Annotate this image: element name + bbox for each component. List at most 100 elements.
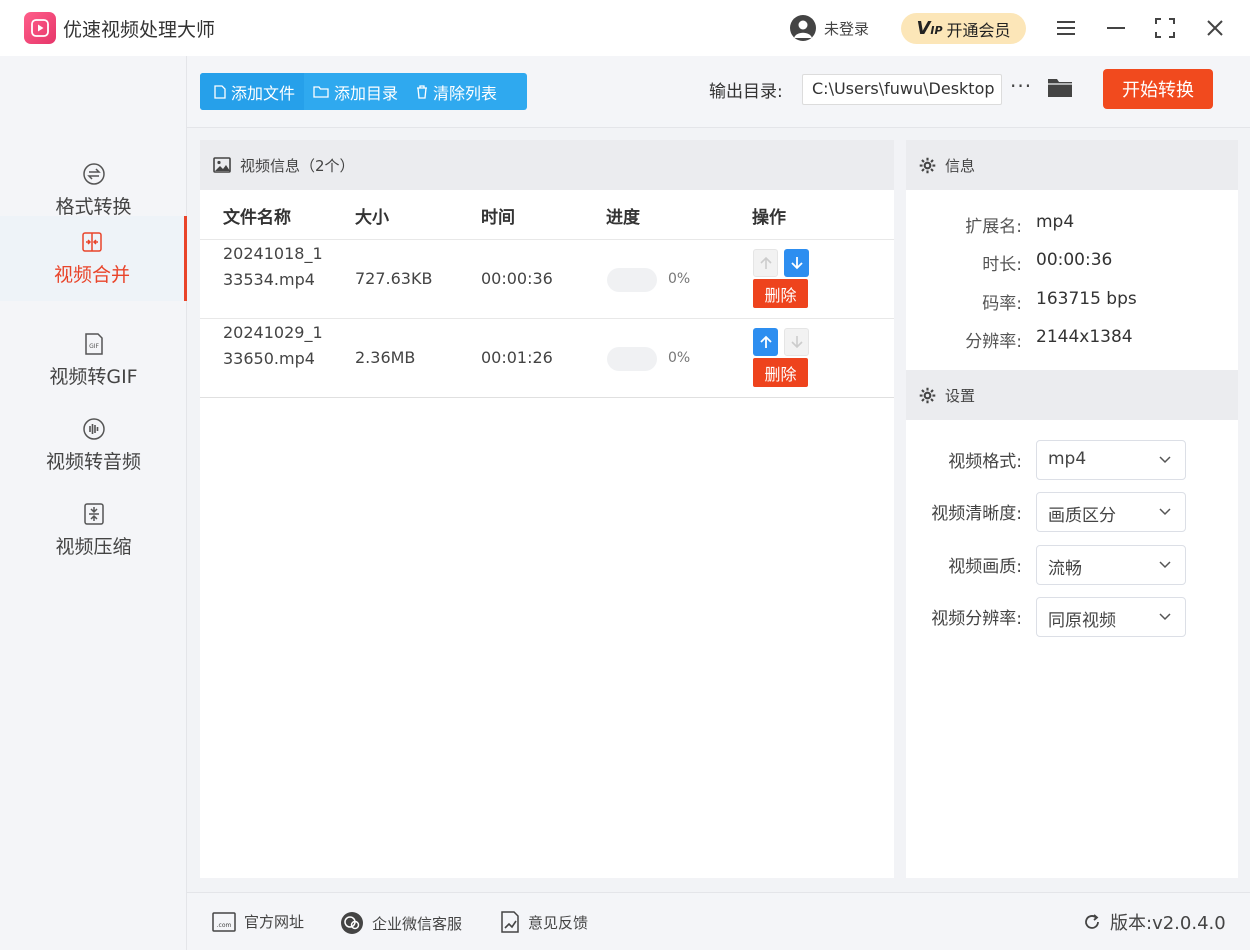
close-icon[interactable] [1199, 12, 1231, 44]
info-row-bitrate: 码率: 163715 bps [906, 289, 1238, 327]
refresh-icon[interactable] [1082, 912, 1102, 932]
wechat-service-label: 企业微信客服 [372, 914, 463, 933]
file-name: 20241029_133650.mp4 [223, 323, 323, 368]
file-duration: 00:00:36 [481, 269, 553, 288]
sidebar-item-label: 格式转换 [55, 196, 132, 218]
video-quality-label: 视频画质: [948, 557, 1022, 577]
column-header-action: 操作 [752, 208, 786, 228]
divider [200, 397, 894, 398]
resolution-value: 2144x1384 [1036, 327, 1133, 347]
column-header-progress: 进度 [606, 208, 640, 228]
version-info: 版本:v2.0.4.0 [1082, 909, 1226, 935]
folder-outline-icon [313, 86, 329, 98]
bitrate-label: 码率: [982, 294, 1022, 314]
clear-list-button[interactable]: 清除列表 [407, 73, 506, 110]
progress-bar [607, 268, 657, 292]
gif-icon: GIF [84, 333, 103, 355]
progress-text: 0% [668, 271, 691, 287]
audio-icon [82, 418, 105, 440]
output-dir-label: 输出目录: [709, 82, 783, 102]
gear-icon [919, 157, 936, 173]
file-size: 727.63KB [355, 269, 433, 288]
format-convert-icon [82, 163, 105, 185]
video-format-value: mp4 [1048, 449, 1087, 469]
toolbar: 添加文件 添加目录 清除列表 输出目录: C:\Users\fuwu\Deskt… [187, 56, 1250, 128]
output-dir-field[interactable]: C:\Users\fuwu\Desktop [802, 74, 1002, 105]
move-down-icon[interactable] [784, 328, 809, 356]
vip-badge-icon: VIP [916, 18, 943, 39]
video-clarity-select[interactable]: 画质区分 [1036, 492, 1186, 532]
column-header-size: 大小 [355, 208, 389, 228]
video-clarity-label: 视频清晰度: [931, 504, 1022, 524]
video-resolution-select[interactable]: 同原视频 [1036, 597, 1186, 637]
duration-label: 时长: [982, 255, 1022, 275]
add-directory-button[interactable]: 添加目录 [304, 73, 407, 110]
user-avatar-icon [790, 15, 816, 41]
official-website-label: 官方网址 [244, 913, 305, 931]
table-row[interactable]: 20241018_133534.mp4 727.63KB 00:00:36 0%… [200, 239, 894, 318]
maximize-icon[interactable] [1149, 12, 1181, 44]
progress-bar [607, 347, 657, 371]
column-header-time: 时间 [481, 208, 515, 228]
file-icon [214, 84, 226, 99]
start-convert-button[interactable]: 开始转换 [1103, 69, 1213, 109]
feedback-link[interactable]: 意见反馈 [500, 911, 588, 933]
video-quality-select[interactable]: 流畅 [1036, 545, 1186, 585]
title-bar: 优速视频处理大师 未登录 VIP 开通会员 [0, 0, 1250, 56]
menu-icon[interactable] [1050, 12, 1082, 44]
official-website-link[interactable]: .com 官方网址 [212, 911, 304, 932]
progress-text: 0% [668, 350, 691, 366]
video-resolution-value: 同原视频 [1048, 611, 1116, 631]
info-title: 信息 [945, 156, 976, 175]
file-duration: 00:01:26 [481, 348, 553, 367]
info-row-resolution: 分辨率: 2144x1384 [906, 327, 1238, 365]
add-file-button[interactable]: 添加文件 [200, 73, 305, 110]
version-text: 版本:v2.0.4.0 [1110, 913, 1226, 934]
sidebar: 格式转换 视频合并 GIF 视频转GIF 视频转音频 视频压缩 [0, 56, 187, 950]
chevron-down-icon [1159, 456, 1171, 464]
delete-button[interactable]: 删除 [753, 358, 808, 387]
extension-label: 扩展名: [965, 217, 1022, 237]
setting-video-clarity: 视频清晰度: 画质区分 [906, 492, 1238, 532]
setting-video-quality: 视频画质: 流畅 [906, 545, 1238, 585]
video-quality-value: 流畅 [1048, 559, 1082, 579]
video-format-select[interactable]: mp4 [1036, 440, 1186, 480]
sidebar-item-video-merge[interactable]: 视频合并 [0, 216, 187, 301]
chevron-down-icon [1159, 613, 1171, 621]
table-row[interactable]: 20241029_133650.mp4 2.36MB 00:01:26 0% 删… [200, 318, 894, 397]
wechat-service-link[interactable]: 企业微信客服 [340, 911, 462, 935]
wechat-service-icon [341, 912, 363, 934]
file-list-panel: 视频信息（2个） 文件名称 大小 时间 进度 操作 20241018_13353… [200, 140, 894, 878]
delete-button[interactable]: 删除 [753, 279, 808, 308]
website-icon: .com [212, 911, 236, 932]
minimize-icon[interactable] [1100, 12, 1132, 44]
app-logo-icon [24, 12, 56, 44]
add-file-label: 添加文件 [231, 83, 296, 103]
info-row-extension: 扩展名: mp4 [906, 212, 1238, 250]
move-down-icon[interactable] [784, 249, 809, 277]
info-panel: 信息 扩展名: mp4 时长: 00:00:36 码率: 163715 bps … [906, 140, 1238, 878]
resolution-label: 分辨率: [965, 332, 1022, 352]
sidebar-item-video-compress[interactable]: 视频压缩 [0, 488, 187, 573]
file-size: 2.36MB [355, 348, 416, 367]
settings-header: 设置 [906, 370, 1238, 420]
move-up-icon[interactable] [753, 249, 778, 277]
sidebar-item-label: 视频压缩 [55, 536, 132, 558]
open-folder-icon[interactable] [1047, 76, 1073, 98]
compress-icon [83, 503, 104, 525]
sidebar-item-video-to-gif[interactable]: GIF 视频转GIF [0, 318, 187, 403]
login-area[interactable]: 未登录 [790, 14, 869, 42]
video-format-label: 视频格式: [948, 452, 1022, 472]
sidebar-item-video-to-audio[interactable]: 视频转音频 [0, 403, 187, 488]
chevron-down-icon [1159, 561, 1171, 569]
vip-button[interactable]: VIP 开通会员 [901, 13, 1026, 44]
chevron-down-icon [1159, 508, 1171, 516]
video-resolution-label: 视频分辨率: [931, 609, 1022, 629]
column-header-name: 文件名称 [223, 208, 291, 228]
sidebar-item-label: 视频合并 [53, 264, 130, 286]
move-up-icon[interactable] [753, 328, 778, 356]
file-name: 20241018_133534.mp4 [223, 244, 323, 289]
more-options-icon[interactable]: ··· [1010, 74, 1032, 98]
trash-icon [417, 84, 428, 99]
settings-title: 设置 [945, 386, 976, 405]
